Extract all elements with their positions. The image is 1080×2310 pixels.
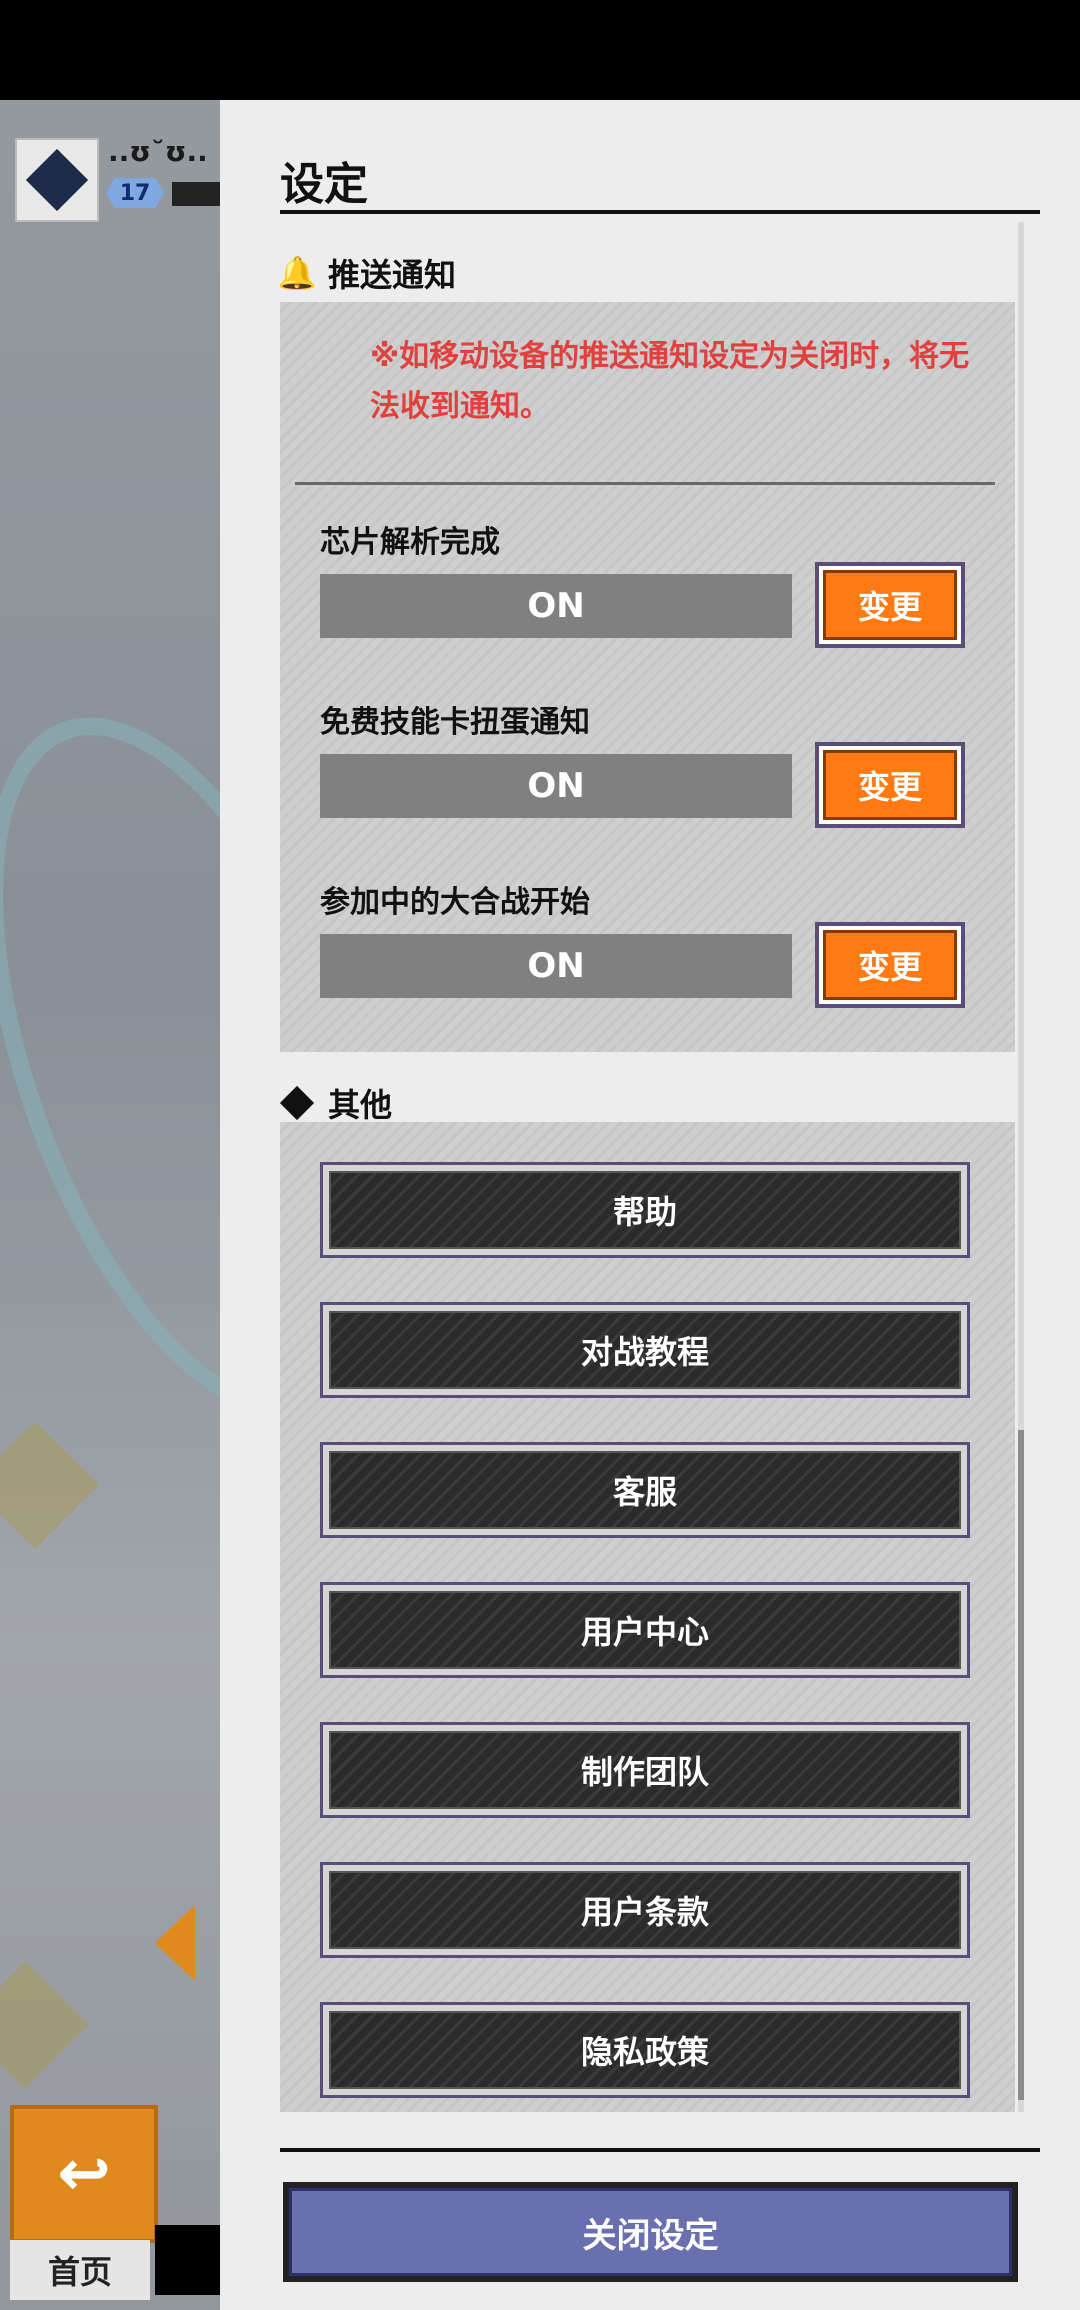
notif-state-free-gacha: ON [320, 754, 792, 818]
customer-service-button[interactable]: 客服 [320, 1442, 970, 1538]
bell-icon: 🔔 [280, 254, 317, 292]
terms-label: 用户条款 [329, 1871, 961, 1949]
menu-strip [155, 2225, 225, 2295]
privacy-policy-label: 隐私政策 [329, 2011, 961, 2089]
diamond-logo-icon [280, 1086, 314, 1120]
notif-label-free-gacha: 免费技能卡扭蛋通知 [320, 705, 590, 740]
change-button-battle-start[interactable]: 变更 [815, 922, 965, 1008]
close-settings-label: 关闭设定 [289, 2188, 1012, 2276]
player-name: ..ʊ˘ʊ.. [108, 135, 208, 168]
player-level-badge: 17 [106, 178, 164, 208]
notif-label-battle-start: 参加中的大合战开始 [320, 885, 590, 920]
left-arrow-icon [155, 1905, 195, 1981]
change-button-label: 变更 [823, 930, 957, 1000]
other-section-header: 其他 [280, 1080, 392, 1126]
customer-service-label: 客服 [329, 1451, 961, 1529]
privacy-policy-button[interactable]: 隐私政策 [320, 2002, 970, 2098]
notif-state-battle-start: ON [320, 934, 792, 998]
push-section-title: 推送通知 [328, 256, 457, 294]
player-avatar [15, 138, 99, 222]
push-warning-text: ※如移动设备的推送通知设定为关闭时，将无法收到通知。 [370, 339, 970, 424]
user-center-button[interactable]: 用户中心 [320, 1582, 970, 1678]
change-button-chip-analysis[interactable]: 变更 [815, 562, 965, 648]
settings-scroll-area[interactable]: 🔔 推送通知 ※如移动设备的推送通知设定为关闭时，将无法收到通知。 芯片解析完成… [280, 222, 1015, 2112]
change-button-label: 变更 [823, 570, 957, 640]
terms-button[interactable]: 用户条款 [320, 1862, 970, 1958]
bottom-divider [280, 2148, 1040, 2152]
other-section-title: 其他 [328, 1086, 393, 1124]
battle-tutorial-button[interactable]: 对战教程 [320, 1302, 970, 1398]
credits-label: 制作团队 [329, 1731, 961, 1809]
divider [295, 482, 995, 485]
push-section-header: 🔔 推送通知 [280, 250, 456, 296]
home-button: ↩ [10, 2105, 158, 2243]
close-settings-button[interactable]: 关闭设定 [283, 2182, 1018, 2282]
status-bar [0, 0, 1080, 100]
change-button-free-gacha[interactable]: 变更 [815, 742, 965, 828]
battle-tutorial-label: 对战教程 [329, 1311, 961, 1389]
other-settings-box: 帮助 对战教程 客服 用户中心 制作团队 用户条款 隐私政策 [280, 1122, 1015, 2112]
change-button-label: 变更 [823, 750, 957, 820]
player-logo-icon [25, 148, 89, 212]
return-icon: ↩ [57, 2137, 111, 2211]
notif-label-chip-analysis: 芯片解析完成 [320, 525, 500, 560]
page-title: 设定 [280, 159, 368, 210]
title-divider [280, 210, 1040, 214]
help-button-label: 帮助 [329, 1171, 961, 1249]
notif-state-chip-analysis: ON [320, 574, 792, 638]
home-label: 首页 [10, 2240, 150, 2300]
scrollbar-thumb[interactable] [1018, 1430, 1024, 2100]
user-center-label: 用户中心 [329, 1591, 961, 1669]
credits-button[interactable]: 制作团队 [320, 1722, 970, 1818]
help-button[interactable]: 帮助 [320, 1162, 970, 1258]
push-settings-box: ※如移动设备的推送通知设定为关闭时，将无法收到通知。 芯片解析完成 ON 变更 … [280, 302, 1015, 1052]
